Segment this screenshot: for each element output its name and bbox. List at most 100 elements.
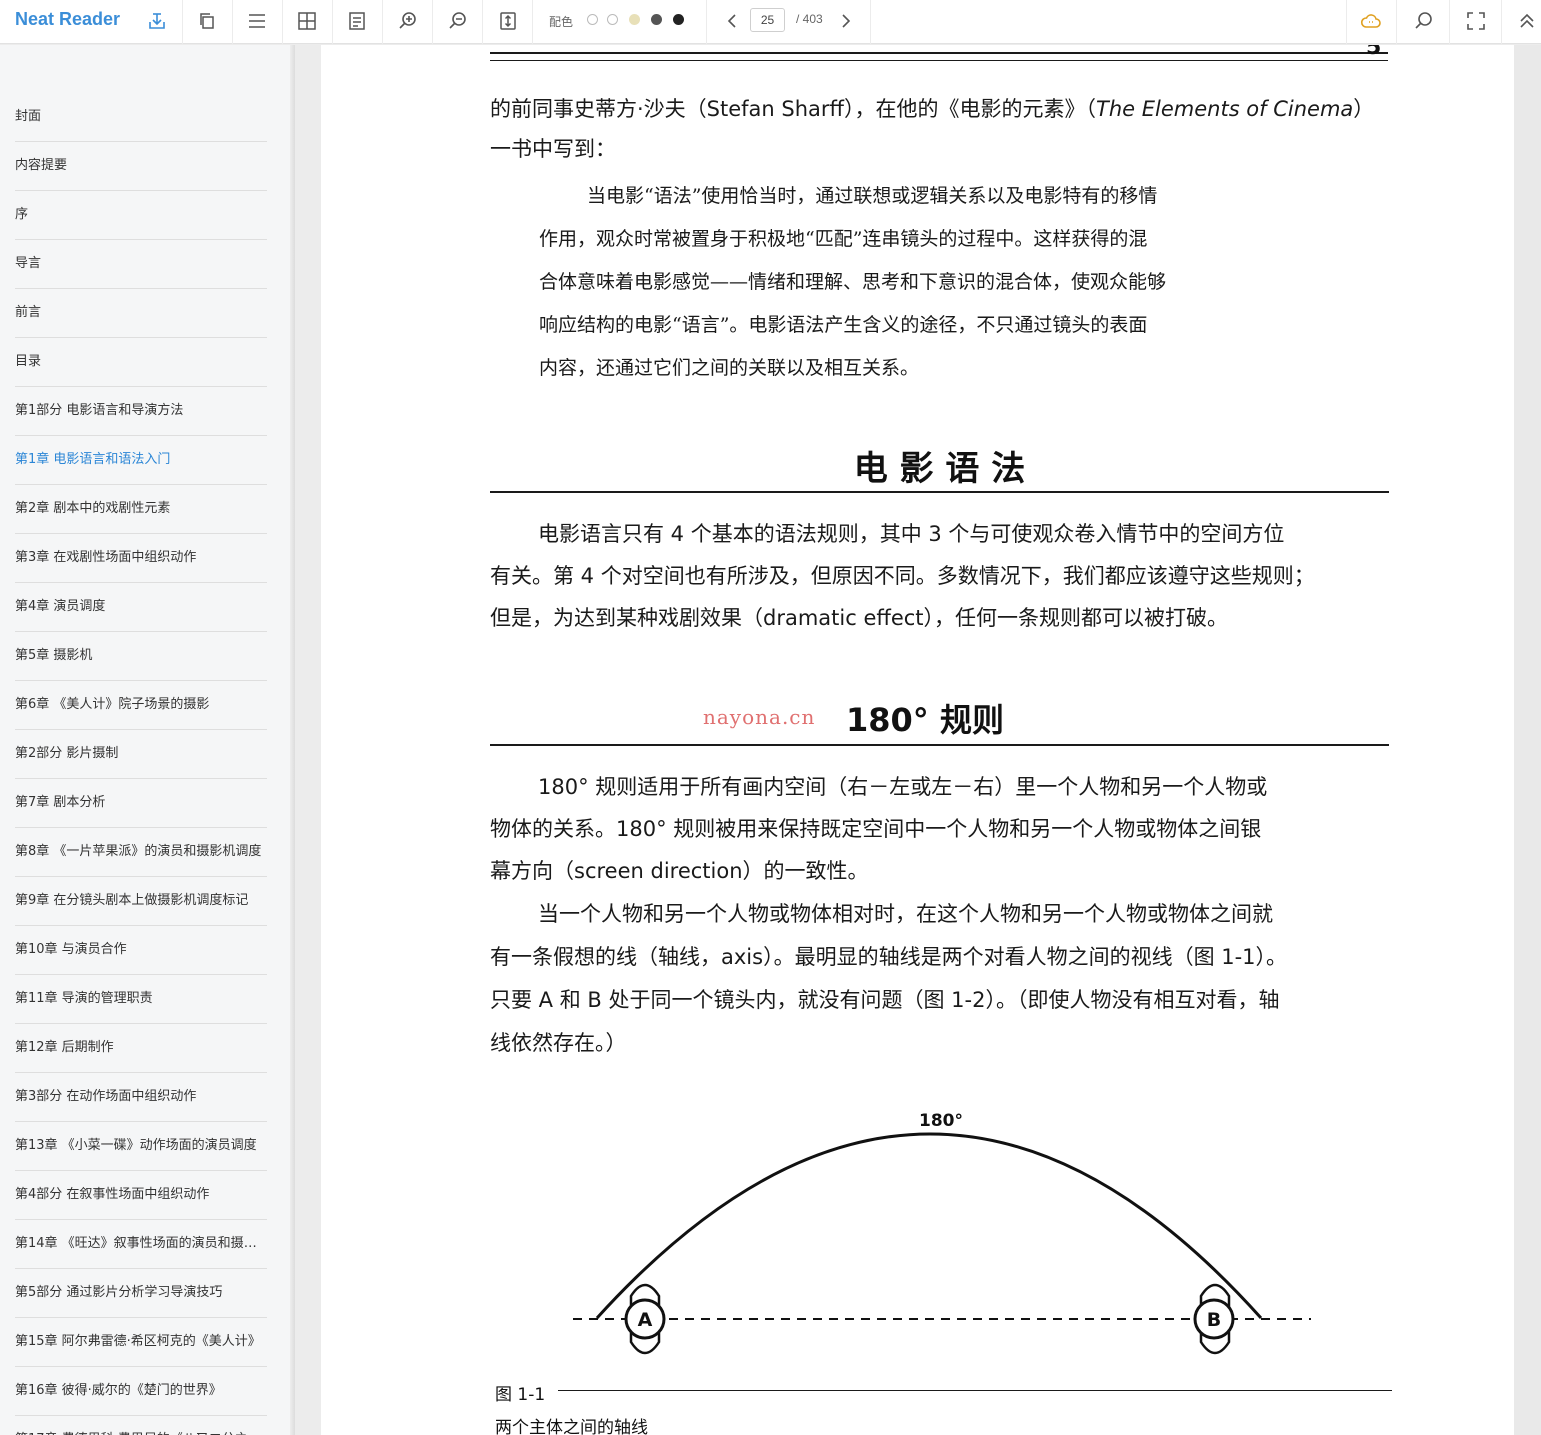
grid-icon[interactable] [296, 10, 318, 32]
section-heading-grammar: 电 影 语 法 [853, 449, 1026, 489]
text-line: 180° 规则适用于所有画内空间（右－左或左－右）里一个人物和另一个人物或 [538, 775, 1268, 799]
toc-item[interactable]: 第13章 《小菜一碟》动作场面的演员调度 [15, 1123, 267, 1171]
color-swatch-white[interactable] [587, 14, 598, 25]
toolbar-divider [232, 0, 233, 44]
toc-item[interactable]: 第4章 演员调度 [15, 584, 267, 632]
text-line: 只要 A 和 B 处于同一个镜头内，就没有问题（图 1-2）。（即使人物没有相互… [490, 988, 1280, 1012]
toc-item[interactable]: 第3章 在戏剧性场面中组织动作 [15, 535, 267, 583]
heading-rule [490, 491, 1389, 493]
text-line: 当电影“语法”使用恰当时，通过联想或逻辑关系以及电影特有的移情 [587, 185, 1158, 207]
toc-item[interactable]: 第2章 剧本中的戏剧性元素 [15, 486, 267, 534]
180-degree-arc [595, 1132, 1263, 1320]
subject-b: B [1193, 1283, 1235, 1355]
cloud-sync-icon[interactable] [1360, 10, 1382, 32]
text-line: 有一条假想的线（轴线，axis）。最明显的轴线是两个对看人物之间的视线（图 1-… [490, 945, 1288, 969]
header-rule [490, 52, 1388, 54]
intro-line-1: 的前同事史蒂方·沙夫（Stefan Sharff），在他的《电影的元素》（The… [490, 88, 1390, 130]
header-rule-thin [490, 60, 1388, 61]
toolbar-divider [1346, 0, 1347, 44]
toolbar-divider [432, 0, 433, 44]
text-line: 内容，还通过它们之间的关联以及相互关系。 [539, 357, 920, 379]
toc-item[interactable]: 封面 [15, 94, 267, 142]
toc-item[interactable]: 第8章 《一片苹果派》的演员和摄影机调度 [15, 829, 267, 877]
text-line: 幕方向（screen direction）的一致性。 [490, 859, 869, 883]
fullscreen-icon[interactable] [1465, 10, 1487, 32]
color-swatch-gray[interactable] [651, 14, 662, 25]
toc-item[interactable]: 第5章 摄影机 [15, 633, 267, 681]
toolbar-divider [532, 0, 533, 44]
intro-close: ） [1353, 97, 1375, 121]
page-total: / 403 [796, 12, 823, 26]
toolbar-divider [282, 0, 283, 44]
intro-line-2: 一书中写到： [490, 137, 616, 161]
right-gutter [1514, 45, 1541, 1435]
copy-icon[interactable] [196, 10, 218, 32]
save-icon[interactable] [146, 10, 168, 32]
toc-item[interactable]: 目录 [15, 339, 267, 387]
subject-b-label: B [1207, 1309, 1221, 1331]
color-swatch-white-2[interactable] [607, 14, 618, 25]
toc-item[interactable]: 第11章 导演的管理职责 [15, 976, 267, 1024]
color-swatch-black[interactable] [673, 14, 684, 25]
toc-item[interactable]: 第10章 与演员合作 [15, 927, 267, 975]
text-line: 线依然存在。） [490, 1031, 627, 1055]
toc-item[interactable]: 第5部分 通过影片分析学习导演技巧 [15, 1270, 267, 1318]
notes-icon[interactable] [346, 10, 368, 32]
intro-text: 的前同事史蒂方·沙夫（Stefan Sharff），在他的《电影的元素》（ [490, 97, 1097, 121]
toc-item[interactable]: 第6章 《美人计》院子场景的摄影 [15, 682, 267, 730]
toolbar-divider [1449, 0, 1450, 44]
toc-item[interactable]: 前言 [15, 290, 267, 338]
toolbar-divider [1501, 0, 1502, 44]
toc-item[interactable]: 第4部分 在叙事性场面中组织动作 [15, 1172, 267, 1220]
toc-item[interactable]: 第14章 《旺达》叙事性场面的演员和摄影机调度 [15, 1221, 267, 1269]
color-theme-label: 配色 [549, 15, 574, 29]
caption-rule [558, 1390, 1392, 1391]
toolbar-divider [382, 0, 383, 44]
fit-height-icon[interactable] [497, 10, 519, 32]
toolbar-divider [332, 0, 333, 44]
toolbar-divider [482, 0, 483, 44]
toc-item[interactable]: 第1章 电影语言和语法入门 [15, 437, 267, 485]
subject-a: A [624, 1283, 666, 1355]
toolbar-divider [1396, 0, 1397, 44]
toc-item[interactable]: 第16章 彼得·威尔的《楚门的世界》 [15, 1368, 267, 1416]
toolbar-divider [182, 0, 183, 44]
text-line: 作用，观众时常被置身于积极地“匹配”连串镜头的过程中。这样获得的混 [539, 228, 1148, 250]
figure-caption-text: 两个主体之间的轴线 [495, 1418, 648, 1435]
next-page-icon[interactable] [834, 10, 856, 32]
toc-item[interactable]: 序 [15, 192, 267, 240]
toc-item[interactable]: 内容提要 [15, 143, 267, 191]
toc-item[interactable]: 第15章 阿尔弗雷德·希区柯克的《美人计》 [15, 1319, 267, 1367]
app-logo: Neat Reader [15, 9, 121, 29]
text-line: 电影语言只有 4 个基本的语法规则，其中 3 个与可使观众卷入情节中的空间方位 [538, 522, 1285, 546]
page-number-input[interactable] [750, 8, 785, 32]
text-line: 合体意味着电影感觉——情绪和理解、思考和下意识的混合体，使观众能够 [539, 271, 1167, 293]
arc-label: 180° [919, 1111, 963, 1131]
toolbar-divider [870, 0, 871, 44]
book-page: 5 的前同事史蒂方·沙夫（Stefan Sharff），在他的《电影的元素》（T… [321, 45, 1514, 1435]
prev-page-icon[interactable] [722, 10, 744, 32]
text-line: 响应结构的电影“语言”。电影语法产生含义的途径，不只通过镜头的表面 [539, 314, 1148, 336]
toolbar: Neat Reader 配色 / 403 [0, 0, 1541, 44]
text-line: 当一个人物和另一个人物或物体相对时，在这个人物和另一个人物或物体之间就 [538, 902, 1273, 926]
toc-item[interactable]: 导言 [15, 241, 267, 289]
zoom-in-icon[interactable] [397, 10, 419, 32]
table-of-contents: 封面 内容提要序导言 前言 目录 第1部分 电影语言和导演方法 第1章 电影语言和语法入门… [0, 45, 295, 1435]
search-icon[interactable] [1413, 10, 1435, 32]
zoom-out-icon[interactable] [447, 10, 469, 32]
watermark: nayona.cn [703, 705, 816, 729]
menu-icon[interactable] [246, 10, 268, 32]
toc-item[interactable]: 第2部分 影片摄制 [15, 731, 267, 779]
book-title-italic: The Elements of Cinema [1096, 97, 1354, 121]
toc-item[interactable]: 第3部分 在动作场面中组织动作 [15, 1074, 267, 1122]
toc-item[interactable]: 第1部分 电影语言和导演方法 [15, 388, 267, 436]
toc-item[interactable]: 第9章 在分镜头剧本上做摄影机调度标记 [15, 878, 267, 926]
toc-item[interactable]: 第7章 剧本分析 [15, 780, 267, 828]
color-swatch-sepia[interactable] [629, 14, 640, 25]
collapse-up-icon[interactable] [1516, 10, 1538, 32]
section-heading-180: 180° 规则 [846, 701, 1004, 739]
text-line: 物体的关系。180° 规则被用来保持既定空间中一个人物和另一个人物或物体之间银 [490, 817, 1262, 841]
figure-axis-diagram: 180° A B [573, 1105, 1311, 1355]
toc-item[interactable]: 第12章 后期制作 [15, 1025, 267, 1073]
toc-item[interactable]: 第17章 费德里科·费里尼的《八又二分之一》 [15, 1417, 267, 1435]
